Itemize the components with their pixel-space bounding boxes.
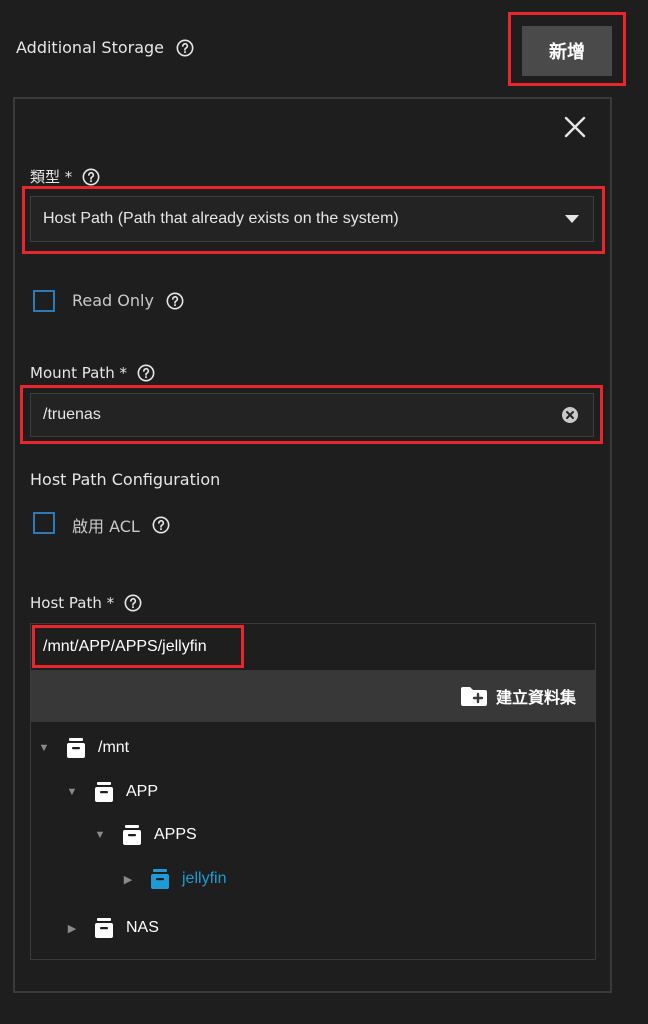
help-icon[interactable]: [124, 594, 142, 612]
expanded-arrow-icon[interactable]: ▼: [94, 829, 106, 841]
tree-node-label: /mnt: [98, 739, 130, 756]
type-label-text: 類型: [30, 168, 61, 186]
dataset-icon: [92, 780, 116, 804]
collapsed-arrow-icon[interactable]: ▶: [122, 873, 134, 886]
tree-node-apps[interactable]: ▼ APPS: [94, 823, 197, 847]
help-icon[interactable]: [137, 364, 155, 382]
host-path-highlight: [32, 625, 244, 668]
tree-node-label: APPS: [154, 826, 197, 843]
create-dataset-label: 建立資料集: [496, 688, 577, 707]
tree-node-jellyfin[interactable]: ▶ jellyfin: [122, 867, 226, 891]
tree-node-mnt[interactable]: ▼ /mnt: [38, 736, 129, 760]
clear-icon[interactable]: [561, 406, 579, 424]
dataset-icon: [92, 916, 116, 940]
enable-acl-label: 啟用 ACL: [72, 517, 140, 536]
type-field-label: 類型 *: [30, 166, 100, 187]
enable-acl-label-group: 啟用 ACL: [72, 513, 170, 537]
dataset-icon: [148, 867, 172, 891]
required-mark: *: [64, 168, 73, 186]
read-only-checkbox[interactable]: [33, 290, 55, 312]
help-icon[interactable]: [176, 39, 194, 57]
dataset-icon: [120, 823, 144, 847]
host-path-label-text: Host Path: [30, 594, 102, 612]
help-icon[interactable]: [82, 168, 100, 186]
close-icon[interactable]: [562, 114, 588, 140]
tree-node-nas[interactable]: ▶ NAS: [66, 916, 159, 940]
create-dataset-button[interactable]: 建立資料集: [460, 684, 576, 708]
enable-acl-checkbox[interactable]: [33, 512, 55, 534]
tree-node-label: jellyfin: [182, 870, 227, 887]
required-mark: *: [119, 364, 128, 382]
help-icon[interactable]: [166, 292, 184, 310]
help-icon[interactable]: [152, 516, 170, 534]
additional-storage-header: Additional Storage: [16, 38, 194, 57]
read-only-label-group: Read Only: [72, 291, 184, 310]
mount-path-value: /truenas: [43, 406, 101, 423]
read-only-label: Read Only: [72, 291, 154, 310]
host-path-field-label: Host Path *: [30, 594, 142, 612]
tree-node-label: APP: [126, 783, 159, 800]
tree-node-app[interactable]: ▼ APP: [66, 780, 158, 804]
mount-path-field-label: Mount Path *: [30, 364, 155, 382]
collapsed-arrow-icon[interactable]: ▶: [66, 922, 78, 935]
additional-storage-title: Additional Storage: [16, 38, 165, 57]
type-select-value: Host Path (Path that already exists on t…: [43, 210, 399, 227]
required-mark: *: [106, 594, 115, 612]
expanded-arrow-icon[interactable]: ▼: [66, 786, 78, 798]
expanded-arrow-icon[interactable]: ▼: [38, 742, 50, 754]
mount-path-label-text: Mount Path: [30, 364, 115, 382]
mount-path-input[interactable]: /truenas: [30, 393, 594, 437]
type-select[interactable]: Host Path (Path that already exists on t…: [30, 196, 594, 242]
host-path-config-title: Host Path Configuration: [30, 470, 221, 489]
add-button[interactable]: 新增: [522, 26, 612, 76]
tree-node-label: NAS: [126, 919, 159, 936]
dropdown-arrow-icon[interactable]: [565, 215, 579, 223]
folder-add-icon: [461, 687, 487, 706]
dataset-icon: [64, 736, 88, 760]
